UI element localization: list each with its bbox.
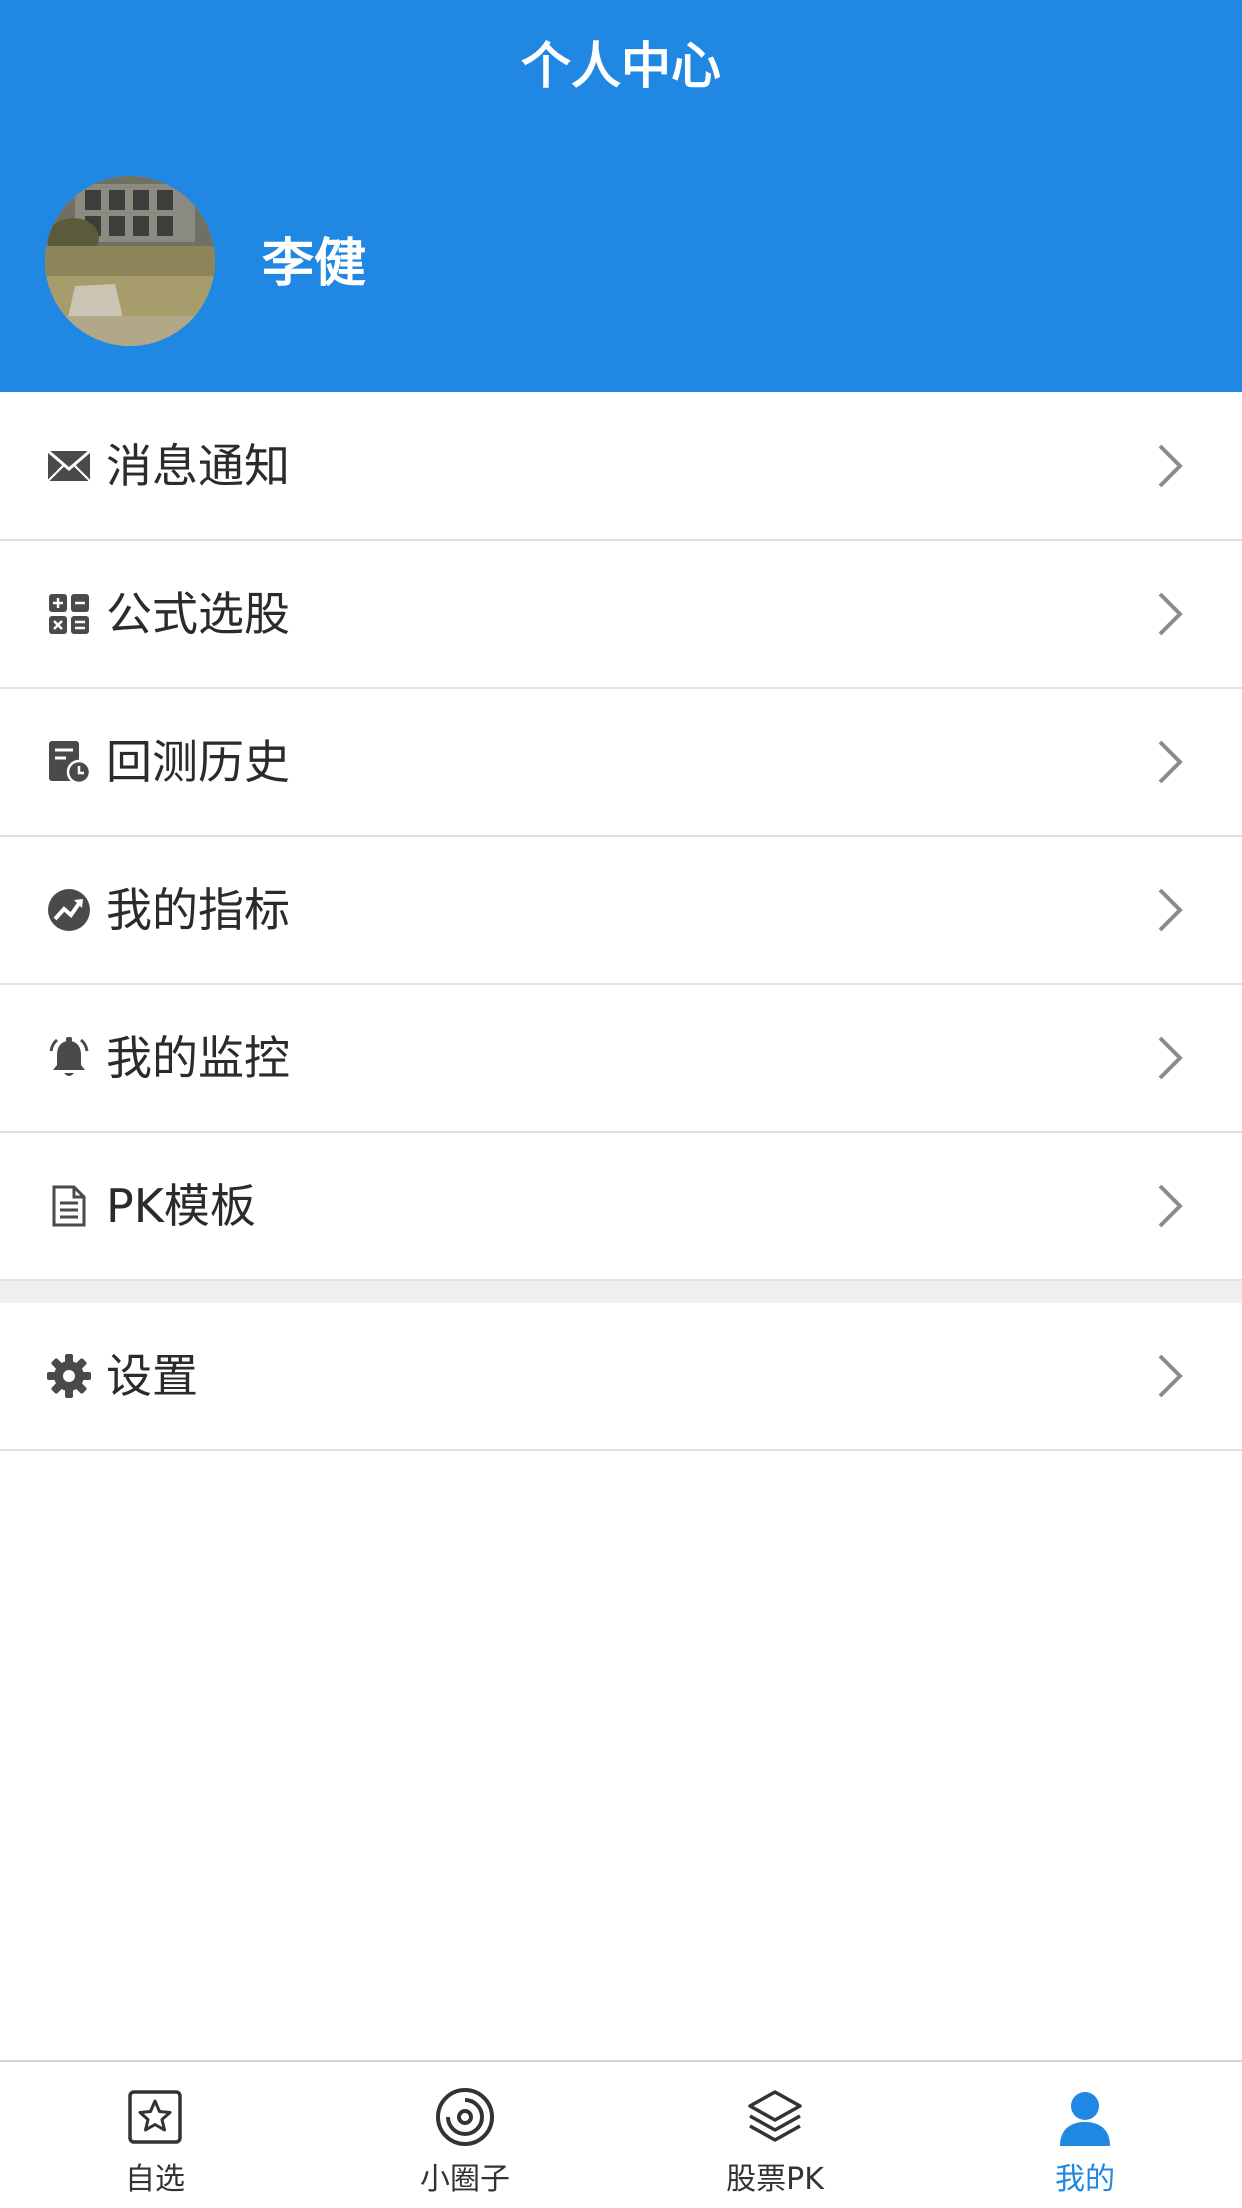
circle-target-icon <box>434 2086 496 2148</box>
chevron-right-icon <box>1156 590 1184 638</box>
menu-list: 消息通知 公式选股 回测历史 我的指标 我的监控 PK模板 设置 <box>0 393 1242 1451</box>
tab-label: 小圈子 <box>420 2162 510 2197</box>
menu-item-label: 公式选股 <box>106 587 290 641</box>
history-icon <box>46 739 92 785</box>
tab-label: 自选 <box>125 2162 185 2197</box>
menu-item-my-monitor[interactable]: 我的监控 <box>0 985 1242 1133</box>
menu-item-my-indicators[interactable]: 我的指标 <box>0 837 1242 985</box>
tab-label: 我的 <box>1055 2162 1115 2197</box>
tab-mine[interactable]: 我的 <box>930 2062 1240 2208</box>
menu-item-label: 消息通知 <box>106 439 290 493</box>
menu-item-label: PK模板 <box>106 1179 256 1233</box>
mail-icon <box>46 443 92 489</box>
chevron-right-icon <box>1156 442 1184 490</box>
chevron-right-icon <box>1156 886 1184 934</box>
section-divider <box>0 1281 1242 1303</box>
menu-item-settings[interactable]: 设置 <box>0 1303 1242 1451</box>
bottom-tab-bar: 自选 小圈子 股票PK 我的 <box>0 2060 1242 2208</box>
menu-item-label: 我的监控 <box>106 1031 290 1085</box>
username: 李健 <box>262 234 367 294</box>
page-title: 个人中心 <box>521 37 721 95</box>
star-box-icon <box>124 2086 186 2148</box>
menu-item-formula-stock[interactable]: 公式选股 <box>0 541 1242 689</box>
tab-stock-pk[interactable]: 股票PK <box>620 2062 930 2208</box>
profile-header: 个人中心 李健 <box>0 0 1242 392</box>
chevron-right-icon <box>1156 1182 1184 1230</box>
menu-item-pk-template[interactable]: PK模板 <box>0 1133 1242 1281</box>
tab-label: 股票PK <box>726 2162 824 2197</box>
menu-item-label: 设置 <box>106 1349 198 1403</box>
menu-item-backtest-history[interactable]: 回测历史 <box>0 689 1242 837</box>
calculator-icon <box>46 591 92 637</box>
chevron-right-icon <box>1156 1034 1184 1082</box>
tab-watchlist[interactable]: 自选 <box>0 2062 310 2208</box>
chevron-right-icon <box>1156 738 1184 786</box>
gear-icon <box>46 1353 92 1399</box>
person-icon <box>1054 2086 1116 2148</box>
menu-item-notifications[interactable]: 消息通知 <box>0 393 1242 541</box>
page: 个人中心 李健 消息通知 公式选股 回测历史 我的指标 我的监控 PK模板 设置… <box>0 0 1242 2208</box>
document-icon <box>46 1183 92 1229</box>
chevron-right-icon <box>1156 1352 1184 1400</box>
menu-item-label: 回测历史 <box>106 735 290 789</box>
avatar[interactable] <box>45 176 215 346</box>
tab-circle[interactable]: 小圈子 <box>310 2062 620 2208</box>
menu-item-label: 我的指标 <box>106 883 290 937</box>
alarm-bell-icon <box>46 1035 92 1081</box>
trend-icon <box>46 887 92 933</box>
layers-icon <box>744 2086 806 2148</box>
